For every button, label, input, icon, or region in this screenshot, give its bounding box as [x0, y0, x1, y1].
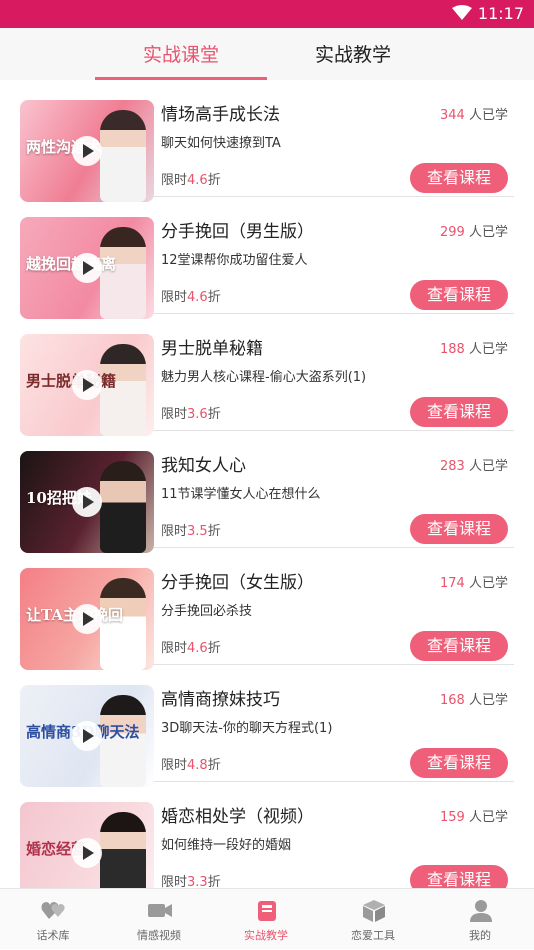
wifi-icon — [452, 5, 472, 20]
course-subtitle: 魅力男人核心课程-偷心大盗系列(1) — [161, 370, 367, 385]
discount-label: 限时3.6折 — [161, 407, 221, 422]
view-course-button[interactable]: 查看课程 — [410, 748, 508, 778]
course-thumbnail[interactable]: 婚恋经营 — [20, 802, 154, 888]
nav-item-scripts[interactable]: 话术库 — [0, 889, 106, 950]
course-card[interactable]: 越挽回越离离 分手挽回（男生版） 299 人已学 12堂课帮你成功留住爱人 限时… — [20, 197, 514, 319]
video-camera-icon — [148, 904, 172, 917]
course-subtitle: 3D聊天法-你的聊天方程式(1) — [161, 721, 333, 736]
top-tabs: 实战课堂 实战教学 — [0, 28, 534, 80]
status-bar: 11:17 — [0, 0, 534, 28]
learner-count: 168 人已学 — [440, 693, 508, 708]
nav-label: 恋爱工具 — [351, 929, 395, 942]
learner-count: 344 人已学 — [440, 108, 508, 123]
hearts-icon — [41, 902, 65, 919]
box-icon — [363, 900, 385, 922]
learner-count: 159 人已学 — [440, 810, 508, 825]
play-icon[interactable] — [72, 604, 102, 634]
play-icon[interactable] — [72, 253, 102, 283]
course-thumbnail[interactable]: 高情商3D聊天法 — [20, 685, 154, 787]
nav-item-tools[interactable]: 恋爱工具 — [320, 889, 426, 950]
tab-practical-class[interactable]: 实战课堂 — [95, 40, 267, 67]
course-title: 我知女人心 — [161, 456, 246, 476]
play-icon[interactable] — [72, 487, 102, 517]
course-subtitle: 聊天如何快速撩到TA — [161, 136, 281, 151]
nav-item-teaching[interactable]: 实战教学 — [213, 889, 319, 950]
learner-count: 299 人已学 — [440, 225, 508, 240]
view-course-button[interactable]: 查看课程 — [410, 397, 508, 427]
course-card[interactable]: 婚恋经营 婚恋相处学（视频） 159 人已学 如何维持一段好的婚姻 限时3.3折… — [20, 782, 514, 888]
discount-label: 限时4.6折 — [161, 173, 221, 188]
play-icon[interactable] — [72, 838, 102, 868]
course-title: 分手挽回（女生版） — [161, 573, 314, 593]
nav-label: 话术库 — [36, 929, 70, 942]
play-icon[interactable] — [72, 370, 102, 400]
thumbnail-title: 男士脱单秘籍 — [26, 372, 117, 390]
course-subtitle: 11节课学懂女人心在想什么 — [161, 487, 321, 502]
view-course-button[interactable]: 查看课程 — [410, 865, 508, 888]
course-subtitle: 如何维持一段好的婚姻 — [161, 838, 292, 853]
discount-label: 限时3.5折 — [161, 524, 221, 539]
course-title: 婚恋相处学（视频） — [161, 807, 314, 827]
learner-count: 188 人已学 — [440, 342, 508, 357]
course-card[interactable]: 高情商3D聊天法 高情商撩妹技巧 168 人已学 3D聊天法-你的聊天方程式(1… — [20, 665, 514, 787]
course-subtitle: 12堂课帮你成功留住爱人 — [161, 253, 308, 268]
course-thumbnail[interactable]: 两性沟通术 — [20, 100, 154, 202]
learner-count: 174 人已学 — [440, 576, 508, 591]
nav-label: 实战教学 — [244, 929, 288, 942]
thumbnail-title: 越挽回越离离 — [26, 255, 117, 273]
nav-label: 情感视频 — [137, 929, 181, 942]
view-course-button[interactable]: 查看课程 — [410, 631, 508, 661]
course-card[interactable]: 男士脱单秘籍 男士脱单秘籍 188 人已学 魅力男人核心课程-偷心大盗系列(1)… — [20, 314, 514, 436]
course-title: 男士脱单秘籍 — [161, 339, 263, 359]
book-icon — [258, 901, 276, 921]
play-icon[interactable] — [72, 136, 102, 166]
course-card[interactable]: 两性沟通术 情场高手成长法 344 人已学 聊天如何快速撩到TA 限时4.6折 … — [20, 80, 514, 202]
course-thumbnail[interactable]: 男士脱单秘籍 — [20, 334, 154, 436]
thumbnail-person — [100, 461, 146, 553]
nav-label: 我的 — [469, 929, 491, 942]
discount-label: 限时4.8折 — [161, 758, 221, 773]
status-time: 11:17 — [477, 4, 524, 23]
course-title: 情场高手成长法 — [161, 105, 280, 125]
discount-label: 限时4.6折 — [161, 641, 221, 656]
learner-count: 283 人已学 — [440, 459, 508, 474]
thumbnail-person — [100, 812, 146, 888]
course-title: 分手挽回（男生版） — [161, 222, 314, 242]
view-course-button[interactable]: 查看课程 — [410, 514, 508, 544]
view-course-button[interactable]: 查看课程 — [410, 280, 508, 310]
view-course-button[interactable]: 查看课程 — [410, 163, 508, 193]
course-subtitle: 分手挽回必杀技 — [161, 604, 253, 619]
tab-practical-teaching[interactable]: 实战教学 — [267, 40, 439, 67]
discount-label: 限时3.3折 — [161, 875, 221, 888]
bottom-navigation: 话术库 情感视频 实战教学 恋爱工具 我的 — [0, 888, 534, 949]
user-icon — [470, 900, 492, 922]
nav-item-me[interactable]: 我的 — [427, 889, 533, 950]
course-thumbnail[interactable]: 10招把妹 — [20, 451, 154, 553]
course-list[interactable]: 两性沟通术 情场高手成长法 344 人已学 聊天如何快速撩到TA 限时4.6折 … — [0, 80, 534, 888]
course-title: 高情商撩妹技巧 — [161, 690, 280, 710]
thumbnail-person — [100, 110, 146, 202]
nav-item-videos[interactable]: 情感视频 — [106, 889, 212, 950]
course-card[interactable]: 10招把妹 我知女人心 283 人已学 11节课学懂女人心在想什么 限时3.5折… — [20, 431, 514, 553]
discount-label: 限时4.6折 — [161, 290, 221, 305]
course-card[interactable]: 让TA主动挽回 分手挽回（女生版） 174 人已学 分手挽回必杀技 限时4.6折… — [20, 548, 514, 670]
play-icon[interactable] — [72, 721, 102, 751]
course-thumbnail[interactable]: 越挽回越离离 — [20, 217, 154, 319]
course-thumbnail[interactable]: 让TA主动挽回 — [20, 568, 154, 670]
